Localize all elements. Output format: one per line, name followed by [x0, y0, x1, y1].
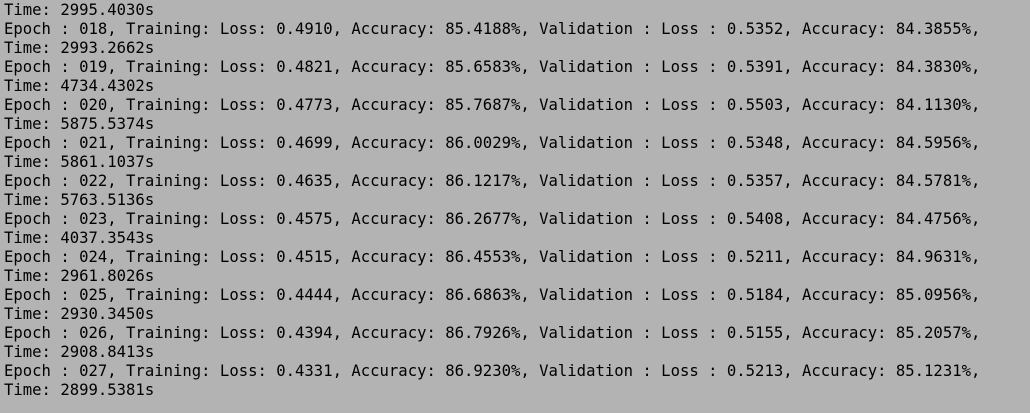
- terminal-line-epoch: Epoch : 018, Training: Loss: 0.4910, Acc…: [4, 20, 981, 38]
- terminal-line-time: Time: 4734.4302s: [4, 77, 155, 95]
- terminal-output[interactable]: Time: 2995.4030s Epoch : 018, Training: …: [0, 0, 1030, 413]
- terminal-line-time: Time: 2995.4030s: [4, 1, 155, 19]
- terminal-line-time: Time: 2993.2662s: [4, 39, 155, 57]
- terminal-line-epoch: Epoch : 023, Training: Loss: 0.4575, Acc…: [4, 210, 981, 228]
- terminal-line-time: Time: 5875.5374s: [4, 115, 155, 133]
- terminal-line-epoch: Epoch : 025, Training: Loss: 0.4444, Acc…: [4, 286, 981, 304]
- terminal-line-epoch: Epoch : 020, Training: Loss: 0.4773, Acc…: [4, 96, 981, 114]
- terminal-line-time: Time: 5763.5136s: [4, 191, 155, 209]
- terminal-line-epoch: Epoch : 019, Training: Loss: 0.4821, Acc…: [4, 58, 981, 76]
- terminal-line-time: Time: 2908.8413s: [4, 343, 155, 361]
- terminal-line-epoch: Epoch : 027, Training: Loss: 0.4331, Acc…: [4, 362, 981, 380]
- terminal-lines: Time: 2995.4030s Epoch : 018, Training: …: [4, 1, 980, 400]
- terminal-line-epoch: Epoch : 022, Training: Loss: 0.4635, Acc…: [4, 172, 981, 190]
- terminal-line-epoch: Epoch : 024, Training: Loss: 0.4515, Acc…: [4, 248, 981, 266]
- terminal-line-epoch: Epoch : 026, Training: Loss: 0.4394, Acc…: [4, 324, 981, 342]
- terminal-line-time: Time: 2899.5381s: [4, 381, 155, 399]
- terminal-line-epoch: Epoch : 021, Training: Loss: 0.4699, Acc…: [4, 134, 981, 152]
- terminal-line-time: Time: 2961.8026s: [4, 267, 155, 285]
- terminal-line-time: Time: 2930.3450s: [4, 305, 155, 323]
- terminal-line-time: Time: 4037.3543s: [4, 229, 155, 247]
- terminal-line-time: Time: 5861.1037s: [4, 153, 155, 171]
